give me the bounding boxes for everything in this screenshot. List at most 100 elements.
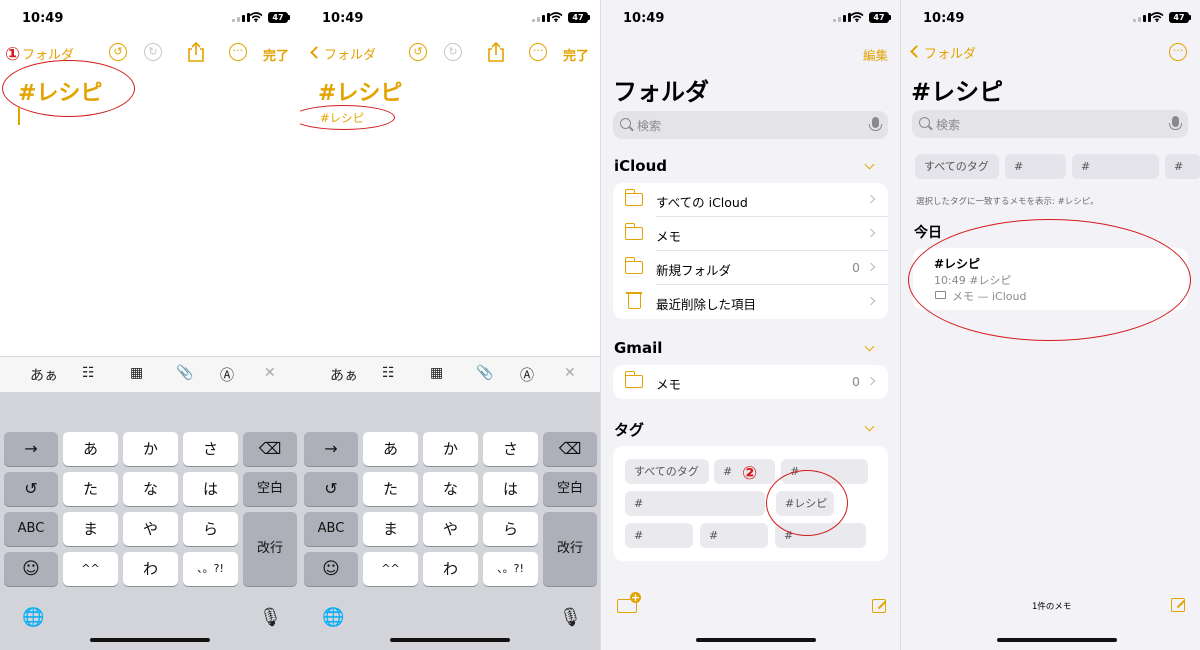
tag-chip[interactable]: # [1165,154,1200,179]
undo-key-icon[interactable]: ↺ [4,472,58,506]
tag-chip-all[interactable]: すべてのタグ [915,154,999,179]
section-gmail[interactable]: Gmail [614,339,662,357]
table-icon[interactable]: ▦ [430,365,443,381]
attachment-icon[interactable]: 📎 [176,365,193,381]
key-na[interactable]: な [123,472,178,506]
compose-icon[interactable] [1171,598,1185,612]
back-button[interactable]: フォルダ [324,44,376,63]
key-punctuation[interactable]: 、。?! [183,552,238,586]
mic-icon[interactable]: 🎙 [259,607,282,628]
chevron-left-icon[interactable] [310,46,323,59]
tag-chip[interactable]: # [1005,154,1066,179]
share-icon[interactable] [187,42,205,62]
key-arrow[interactable]: → [4,432,58,466]
key-kaomoji[interactable]: ^^ [363,552,418,586]
undo-key-icon[interactable]: ↺ [304,472,358,506]
tag-chip[interactable]: # [625,491,765,516]
compose-icon[interactable] [872,599,886,613]
checklist-icon[interactable]: ☷ [82,365,95,381]
folder-row[interactable]: メモ 0 [613,365,888,399]
mic-icon[interactable]: 🎙 [559,607,582,628]
key-ha[interactable]: は [483,472,538,506]
key-ra[interactable]: ら [483,512,538,546]
search-input[interactable]: 検索 [912,110,1188,138]
done-button[interactable]: 完了 [563,45,589,64]
chevron-left-icon[interactable] [910,45,923,58]
key-abc[interactable]: ABC [304,512,358,546]
close-icon[interactable]: ✕ [264,365,276,381]
key-ya[interactable]: や [423,512,478,546]
mic-icon[interactable] [869,117,882,131]
tag-chip[interactable]: # [625,523,693,548]
section-tags[interactable]: タグ [614,419,644,440]
tag-chip[interactable]: # [700,523,768,548]
globe-icon[interactable]: 🌐 [22,607,44,628]
globe-icon[interactable]: 🌐 [322,607,344,628]
checklist-icon[interactable]: ☷ [382,365,395,381]
key-space[interactable]: 空白 [543,472,597,506]
attachment-icon[interactable]: 📎 [476,365,493,381]
undo-icon[interactable]: ↺ [409,43,427,61]
key-ma[interactable]: ま [63,512,118,546]
folder-row[interactable]: 最近削除した項目 [613,285,888,319]
chevron-down-icon[interactable] [864,159,875,170]
key-abc[interactable]: ABC [4,512,58,546]
backspace-icon[interactable]: ⌫ [243,432,297,466]
key-kaomoji[interactable]: ^^ [63,552,118,586]
more-icon[interactable]: ··· [229,43,247,61]
key-ya[interactable]: や [123,512,178,546]
key-na[interactable]: な [423,472,478,506]
key-wa[interactable]: わ [123,552,178,586]
format-button[interactable]: あぁ [330,365,358,385]
new-folder-icon[interactable] [617,592,641,613]
section-icloud[interactable]: iCloud [614,157,667,175]
emoji-icon[interactable]: ☺ [304,552,358,586]
key-a[interactable]: あ [363,432,418,466]
table-icon[interactable]: ▦ [130,365,143,381]
markup-icon[interactable]: Ⓐ [220,365,234,385]
format-button[interactable]: あぁ [30,365,58,385]
done-button[interactable]: 完了 [263,45,289,64]
more-icon[interactable]: ··· [1169,43,1187,61]
key-sa[interactable]: さ [483,432,538,466]
folder-row[interactable]: 新規フォルダ 0 [613,251,888,285]
key-ha[interactable]: は [183,472,238,506]
key-ka[interactable]: か [423,432,478,466]
close-icon[interactable]: ✕ [564,365,576,381]
key-sa[interactable]: さ [183,432,238,466]
more-icon[interactable]: ··· [529,43,547,61]
key-a[interactable]: あ [63,432,118,466]
redo-icon[interactable]: ↻ [144,43,162,61]
key-ta[interactable]: た [363,472,418,506]
chevron-down-icon[interactable] [864,341,875,352]
note-title[interactable]: #レシピ [318,75,402,107]
battery-cap [288,15,290,20]
mic-icon[interactable] [1169,116,1182,130]
key-return[interactable]: 改行 [543,512,597,586]
key-ra[interactable]: ら [183,512,238,546]
redo-icon[interactable]: ↻ [444,43,462,61]
search-input[interactable]: 検索 [613,111,888,139]
key-return[interactable]: 改行 [243,512,297,586]
key-ta[interactable]: た [63,472,118,506]
back-button[interactable]: フォルダ [924,43,976,62]
emoji-icon[interactable]: ☺ [4,552,58,586]
key-punctuation[interactable]: 、。?! [483,552,538,586]
key-space[interactable]: 空白 [243,472,297,506]
key-ka[interactable]: か [123,432,178,466]
backspace-icon[interactable]: ⌫ [543,432,597,466]
edit-button[interactable]: 編集 [863,45,888,64]
key-arrow[interactable]: → [304,432,358,466]
key-wa[interactable]: わ [423,552,478,586]
markup-icon[interactable]: Ⓐ [520,365,534,385]
tag-chip-all[interactable]: すべてのタグ [625,459,709,484]
folder-row[interactable]: すべての iCloud [613,183,888,217]
chevron-down-icon[interactable] [864,421,875,432]
share-icon[interactable] [487,42,505,62]
folder-row[interactable]: メモ [613,217,888,251]
tag-chip[interactable]: # [1072,154,1159,179]
folder-icon [624,223,643,240]
undo-icon[interactable]: ↺ [109,43,127,61]
battery-icon: 47 [869,12,889,23]
key-ma[interactable]: ま [363,512,418,546]
